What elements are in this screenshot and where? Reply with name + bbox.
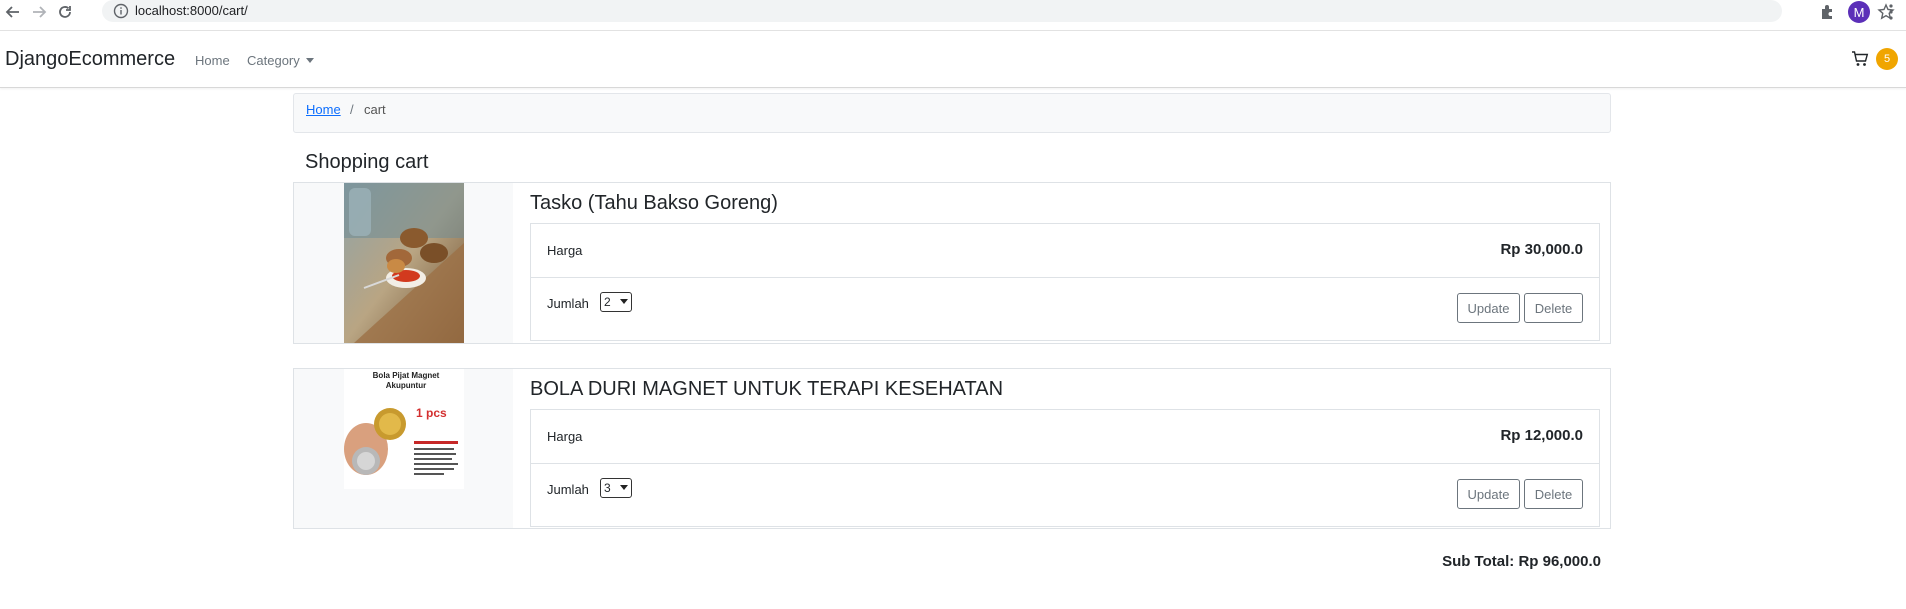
- page-title: Shopping cart: [305, 151, 429, 173]
- breadcrumb-separator: /: [350, 102, 354, 117]
- item-title[interactable]: BOLA DURI MAGNET UNTUK TERAPI KESEHATAN: [530, 378, 1003, 401]
- browser-toolbar: localhost:8000/cart/ M: [0, 0, 1906, 24]
- brand-link[interactable]: DjangoEcommerce: [5, 48, 175, 71]
- address-bar[interactable]: localhost:8000/cart/: [102, 0, 1895, 22]
- update-button[interactable]: Update: [1457, 479, 1520, 509]
- quantity-label: Jumlah: [547, 296, 589, 311]
- reload-icon[interactable]: [56, 3, 74, 21]
- quantity-select[interactable]: 3: [600, 478, 632, 498]
- quantity-row: Jumlah 3 Update Delete: [531, 464, 1599, 526]
- thumbnail-column: Bola Pijat Magnet Akupuntur 1 pcs: [294, 369, 513, 528]
- site-navbar: DjangoEcommerce Home Category 5: [0, 31, 1906, 88]
- price-row: Harga Rp 12,000.0: [531, 410, 1599, 463]
- breadcrumb-current: cart: [364, 102, 386, 117]
- delete-button[interactable]: Delete: [1524, 479, 1583, 509]
- chevron-down-icon: [620, 485, 628, 490]
- quantity-select[interactable]: 2: [600, 292, 632, 312]
- thumbnail-column: [294, 183, 513, 343]
- nav-home-link[interactable]: Home: [195, 53, 230, 68]
- extensions-puzzle-icon[interactable]: [1818, 2, 1838, 22]
- delete-button[interactable]: Delete: [1524, 293, 1583, 323]
- product-image-badge: 1 pcs: [416, 406, 447, 420]
- item-detail-box: Harga Rp 12,000.0 Jumlah 3 Update Delete: [530, 409, 1600, 527]
- item-title[interactable]: Tasko (Tahu Bakso Goreng): [530, 192, 778, 215]
- quantity-label: Jumlah: [547, 482, 589, 497]
- cart-count-badge[interactable]: 5: [1876, 48, 1898, 70]
- browser-menu-icon[interactable]: [1886, 3, 1896, 21]
- cart-icon[interactable]: [1851, 50, 1869, 68]
- chevron-down-icon: [620, 299, 628, 304]
- nav-category-label: Category: [247, 53, 300, 68]
- quantity-value: 2: [604, 295, 611, 309]
- update-button[interactable]: Update: [1457, 293, 1520, 323]
- cart-item-card: Bola Pijat Magnet Akupuntur 1 pcs BOLA D…: [293, 368, 1611, 529]
- product-photo: Bola Pijat Magnet Akupuntur 1 pcs: [344, 369, 464, 489]
- subtotal: Sub Total: Rp 96,000.0: [1442, 553, 1601, 570]
- price-row: Harga Rp 30,000.0: [531, 224, 1599, 277]
- breadcrumb: Home / cart: [293, 93, 1611, 133]
- price-value: Rp 12,000.0: [1500, 427, 1583, 444]
- price-value: Rp 30,000.0: [1500, 241, 1583, 258]
- cart-item-card: Tasko (Tahu Bakso Goreng) Harga Rp 30,00…: [293, 182, 1611, 344]
- chevron-down-icon: [305, 58, 314, 63]
- food-photo: [344, 183, 464, 343]
- info-icon[interactable]: [113, 3, 129, 19]
- nav-category-dropdown[interactable]: Category: [247, 53, 314, 68]
- price-label: Harga: [547, 243, 583, 258]
- back-icon[interactable]: [4, 3, 22, 21]
- breadcrumb-home-link[interactable]: Home: [306, 102, 341, 117]
- profile-avatar[interactable]: M: [1848, 1, 1870, 23]
- quantity-value: 3: [604, 481, 611, 495]
- forward-icon[interactable]: [30, 3, 48, 21]
- quantity-row: Jumlah 2 Update Delete: [531, 278, 1599, 340]
- product-image-heading: Bola Pijat Magnet Akupuntur: [372, 371, 440, 390]
- item-detail-box: Harga Rp 30,000.0 Jumlah 2 Update Delete: [530, 223, 1600, 341]
- price-label: Harga: [547, 429, 583, 444]
- url-text: localhost:8000/cart/: [135, 3, 248, 18]
